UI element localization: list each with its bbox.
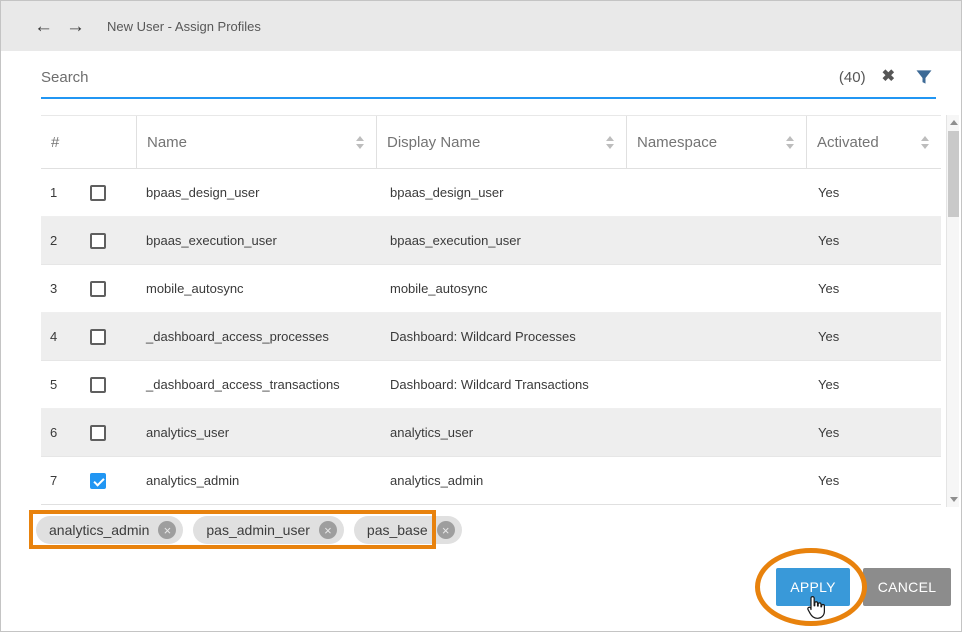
sort-icon[interactable] (356, 136, 364, 149)
cell-name: _dashboard_access_processes (136, 329, 376, 344)
cell-display-name: mobile_autosync (376, 281, 626, 296)
header-name[interactable]: Name (136, 116, 376, 168)
search-bar: (40) ✖ (41, 57, 936, 99)
cell-name: _dashboard_access_transactions (136, 377, 376, 392)
filter-icon[interactable] (914, 67, 934, 87)
cancel-button[interactable]: CANCEL (863, 568, 951, 606)
cell-display-name: bpaas_execution_user (376, 233, 626, 248)
cell-activated: Yes (806, 377, 941, 392)
row-number: 3 (41, 281, 90, 296)
cell-activated: Yes (806, 425, 941, 440)
row-number-cell: 7 (41, 473, 136, 489)
sort-icon[interactable] (786, 136, 794, 149)
row-number-cell: 2 (41, 233, 136, 249)
table-row[interactable]: 4 _dashboard_access_processes Dashboard:… (41, 313, 941, 361)
header-activated[interactable]: Activated (806, 116, 941, 168)
sort-up-icon (786, 136, 794, 141)
row-checkbox[interactable] (90, 185, 106, 201)
sort-up-icon (356, 136, 364, 141)
selected-profiles: analytics_admin × pas_admin_user × pas_b… (36, 516, 462, 544)
clear-search-icon[interactable]: ✖ (882, 69, 895, 85)
row-checkbox[interactable] (90, 377, 106, 393)
cell-display-name: Dashboard: Wildcard Processes (376, 329, 626, 344)
scrollbar-up-icon[interactable] (950, 120, 958, 125)
table-row[interactable]: 2 bpaas_execution_user bpaas_execution_u… (41, 217, 941, 265)
cell-activated: Yes (806, 233, 941, 248)
table-row[interactable]: 1 bpaas_design_user bpaas_design_user Ye… (41, 169, 941, 217)
sort-down-icon (921, 144, 929, 149)
result-count: (40) (839, 69, 866, 86)
profile-chip-label: pas_base (367, 522, 428, 538)
back-icon[interactable]: ← (34, 17, 53, 36)
table-header: # Name Display Name Namespace Activated (41, 115, 941, 169)
cell-name: mobile_autosync (136, 281, 376, 296)
sort-up-icon (606, 136, 614, 141)
header-number-label: # (51, 134, 59, 151)
sort-down-icon (606, 144, 614, 149)
row-number-cell: 1 (41, 185, 136, 201)
header-number: # (41, 116, 136, 168)
sort-down-icon (786, 144, 794, 149)
window-header: ← → New User - Assign Profiles (1, 1, 961, 51)
table-scrollbar[interactable] (946, 115, 959, 507)
row-checkbox[interactable] (90, 329, 106, 345)
assign-profiles-window: ← → New User - Assign Profiles (40) ✖ # … (0, 0, 962, 632)
row-number: 4 (41, 329, 90, 344)
cell-display-name: bpaas_design_user (376, 185, 626, 200)
cell-name: analytics_admin (136, 473, 376, 488)
chip-remove-icon[interactable]: × (158, 521, 176, 539)
chip-remove-icon[interactable]: × (319, 521, 337, 539)
row-number: 5 (41, 377, 90, 392)
chip-remove-icon[interactable]: × (437, 521, 455, 539)
cell-activated: Yes (806, 329, 941, 344)
table-row[interactable]: 5 _dashboard_access_transactions Dashboa… (41, 361, 941, 409)
search-input[interactable] (41, 69, 839, 86)
header-namespace[interactable]: Namespace (626, 116, 806, 168)
sort-icon[interactable] (606, 136, 614, 149)
cell-name: analytics_user (136, 425, 376, 440)
row-number-cell: 3 (41, 281, 136, 297)
cell-display-name: analytics_admin (376, 473, 626, 488)
cell-display-name: Dashboard: Wildcard Transactions (376, 377, 626, 392)
row-checkbox[interactable] (90, 473, 106, 489)
profile-chip: pas_admin_user × (193, 516, 344, 544)
row-number: 1 (41, 185, 90, 200)
cell-activated: Yes (806, 473, 941, 488)
cell-name: bpaas_design_user (136, 185, 376, 200)
sort-icon[interactable] (921, 136, 929, 149)
row-number: 2 (41, 233, 90, 248)
cell-name: bpaas_execution_user (136, 233, 376, 248)
row-number-cell: 5 (41, 377, 136, 393)
row-number-cell: 4 (41, 329, 136, 345)
row-checkbox[interactable] (90, 425, 106, 441)
page-title: New User - Assign Profiles (107, 19, 261, 34)
header-name-label: Name (147, 134, 187, 151)
forward-icon[interactable]: → (66, 17, 85, 36)
scrollbar-down-icon[interactable] (950, 497, 958, 502)
row-checkbox[interactable] (90, 233, 106, 249)
table-body: 1 bpaas_design_user bpaas_design_user Ye… (41, 169, 941, 505)
header-namespace-label: Namespace (637, 134, 717, 151)
cell-activated: Yes (806, 185, 941, 200)
table-row[interactable]: 3 mobile_autosync mobile_autosync Yes (41, 265, 941, 313)
profile-chip-label: analytics_admin (49, 522, 149, 538)
sort-up-icon (921, 136, 929, 141)
table-row[interactable]: 6 analytics_user analytics_user Yes (41, 409, 941, 457)
profile-chip: pas_base × (354, 516, 462, 544)
header-display-name[interactable]: Display Name (376, 116, 626, 168)
cell-display-name: analytics_user (376, 425, 626, 440)
profile-chip: analytics_admin × (36, 516, 183, 544)
row-number: 7 (41, 473, 90, 488)
cell-activated: Yes (806, 281, 941, 296)
apply-button[interactable]: APPLY (776, 568, 850, 606)
header-activated-label: Activated (817, 134, 879, 151)
row-number-cell: 6 (41, 425, 136, 441)
row-number: 6 (41, 425, 90, 440)
sort-down-icon (356, 144, 364, 149)
row-checkbox[interactable] (90, 281, 106, 297)
scrollbar-thumb[interactable] (948, 131, 959, 217)
table-row[interactable]: 7 analytics_admin analytics_admin Yes (41, 457, 941, 505)
profile-chip-label: pas_admin_user (206, 522, 310, 538)
header-display-name-label: Display Name (387, 134, 480, 151)
